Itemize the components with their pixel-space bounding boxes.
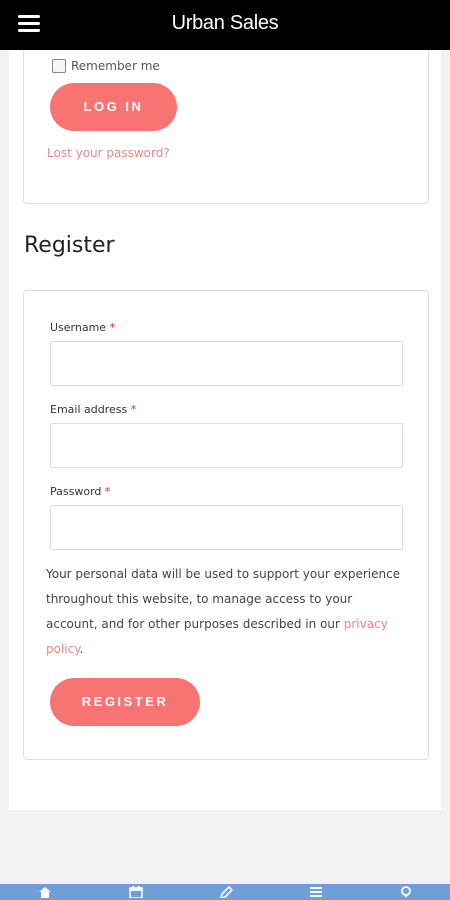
bottom-nav-bar: [0, 884, 450, 900]
required-mark: *: [104, 485, 111, 498]
remember-me-label: Remember me: [71, 59, 160, 73]
email-label: Email address *: [50, 403, 137, 416]
privacy-notice: Your personal data will be used to suppo…: [46, 567, 401, 656]
app-header: Urban Sales: [0, 0, 450, 50]
remember-me-row: Remember me: [52, 59, 160, 73]
calendar-icon[interactable]: [128, 886, 144, 900]
edit-icon[interactable]: [218, 886, 234, 900]
register-heading: Register: [24, 233, 115, 258]
login-button[interactable]: LOG IN: [50, 83, 177, 131]
required-mark: *: [130, 403, 137, 416]
news-icon[interactable]: [308, 886, 324, 900]
password-label: Password *: [50, 485, 111, 498]
location-pin-icon[interactable]: [398, 886, 414, 900]
username-input[interactable]: [50, 341, 403, 386]
home-icon[interactable]: [37, 886, 53, 900]
required-mark: *: [109, 321, 116, 334]
lost-password-link[interactable]: Lost your password?: [47, 146, 170, 160]
email-input[interactable]: [50, 423, 403, 468]
remember-me-checkbox[interactable]: [52, 59, 66, 73]
password-input[interactable]: [50, 505, 403, 550]
register-button[interactable]: REGISTER: [50, 678, 200, 726]
app-title: Urban Sales: [171, 12, 279, 34]
username-label: Username *: [50, 321, 116, 334]
